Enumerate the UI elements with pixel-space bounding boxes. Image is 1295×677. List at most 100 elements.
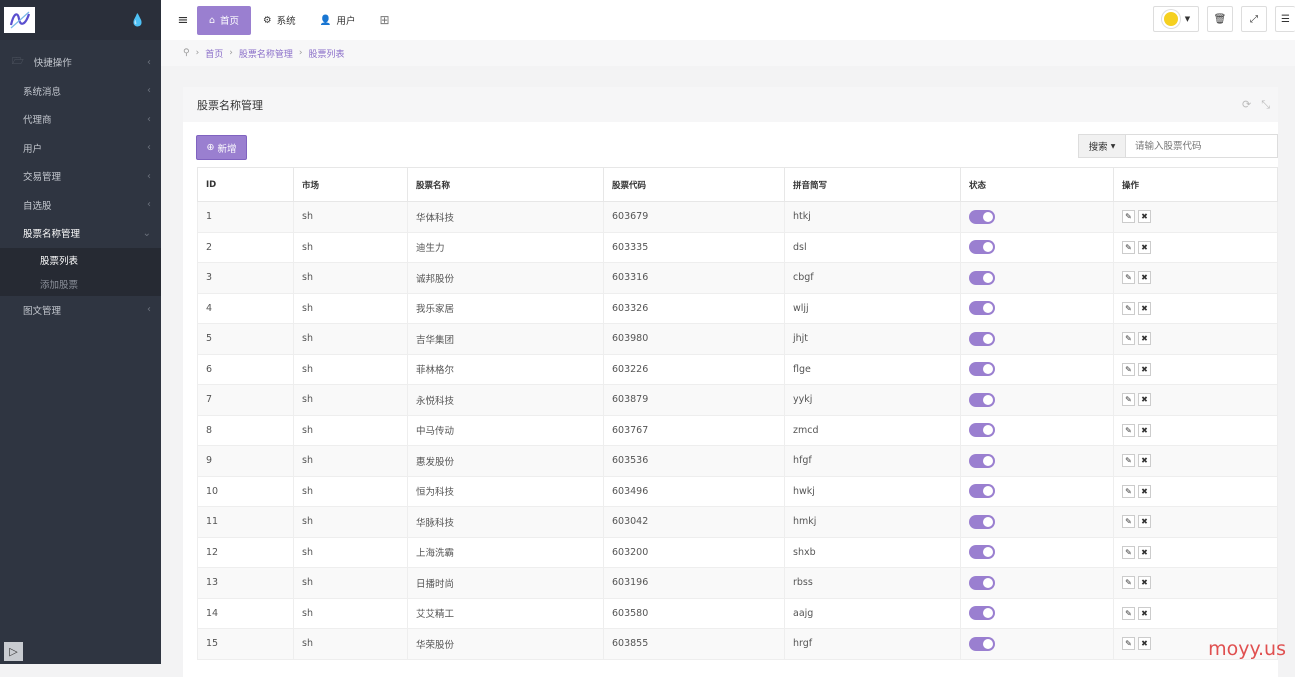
delete-x-icon[interactable]: ✖ [1138, 546, 1151, 559]
sidebar-item-watchlist[interactable]: 自选股‹ [0, 191, 161, 220]
delete-x-icon[interactable]: ✖ [1138, 271, 1151, 284]
sidebar-subitem-stock-list[interactable]: 股票列表 [0, 248, 161, 272]
edit-pencil-icon[interactable]: ✎ [1122, 393, 1135, 406]
status-toggle[interactable] [969, 423, 995, 437]
chevron-down-icon: ⌄ [143, 228, 151, 239]
delete-x-icon[interactable]: ✖ [1138, 241, 1151, 254]
tab-user[interactable]: 👤用户 [308, 6, 368, 35]
sidebar-submenu: 股票列表 添加股票 [0, 248, 161, 296]
trash-icon[interactable]: 🗑 [1207, 6, 1233, 32]
chevron-left-icon: ‹ [147, 304, 151, 315]
more-icon[interactable]: ☰ [1275, 6, 1295, 32]
cell-pinyin: wljj [785, 293, 961, 324]
delete-x-icon[interactable]: ✖ [1138, 363, 1151, 376]
folder-icon: 🗁 [12, 54, 24, 70]
edit-pencil-icon[interactable]: ✎ [1122, 546, 1135, 559]
cell-pinyin: cbgf [785, 263, 961, 294]
sidebar-item-trading[interactable]: 交易管理‹ [0, 162, 161, 191]
column-header-pinyin[interactable]: 拼音简写 [785, 168, 961, 202]
status-toggle[interactable] [969, 454, 995, 468]
delete-x-icon[interactable]: ✖ [1138, 393, 1151, 406]
home-icon: ⌂ [209, 15, 215, 26]
logo[interactable] [4, 7, 35, 33]
cell-stock-name: 华荣股份 [408, 629, 604, 660]
cell-stock-code: 603226 [604, 354, 785, 385]
delete-x-icon[interactable]: ✖ [1138, 454, 1151, 467]
sidebar-item-shortcuts[interactable]: 🗁快捷操作 ‹ [0, 48, 161, 77]
column-header-market[interactable]: 市场 [294, 168, 408, 202]
edit-pencil-icon[interactable]: ✎ [1122, 332, 1135, 345]
status-toggle[interactable] [969, 332, 995, 346]
edit-pencil-icon[interactable]: ✎ [1122, 210, 1135, 223]
edit-pencil-icon[interactable]: ✎ [1122, 576, 1135, 589]
fullscreen-icon[interactable]: ⤢ [1241, 6, 1267, 32]
table-row: 8sh中马传动603767zmcd✎✖ [198, 415, 1278, 446]
edit-pencil-icon[interactable]: ✎ [1122, 363, 1135, 376]
status-toggle[interactable] [969, 210, 995, 224]
breadcrumb: ⚲ › 首页 › 股票名称管理 › 股票列表 [161, 40, 1295, 66]
edit-pencil-icon[interactable]: ✎ [1122, 424, 1135, 437]
collapse-sidebar-icon[interactable]: ▷ [4, 642, 23, 661]
edit-pencil-icon[interactable]: ✎ [1122, 454, 1135, 467]
theme-drop-icon[interactable]: 💧 [130, 13, 145, 27]
status-toggle[interactable] [969, 240, 995, 254]
breadcrumb-stock-list[interactable]: 股票列表 [308, 47, 344, 60]
status-toggle[interactable] [969, 393, 995, 407]
edit-pencil-icon[interactable]: ✎ [1122, 271, 1135, 284]
tab-home[interactable]: ⌂首页 [197, 6, 251, 35]
delete-x-icon[interactable]: ✖ [1138, 210, 1151, 223]
cell-status [961, 385, 1114, 416]
cell-market: sh [294, 415, 408, 446]
column-header-status[interactable]: 状态 [961, 168, 1114, 202]
status-toggle[interactable] [969, 484, 995, 498]
edit-pencil-icon[interactable]: ✎ [1122, 241, 1135, 254]
status-toggle[interactable] [969, 271, 995, 285]
hamburger-icon[interactable]: ≡ [169, 13, 197, 28]
breadcrumb-stock-names[interactable]: 股票名称管理 [239, 47, 293, 60]
sidebar-item-users[interactable]: 用户‹ [0, 134, 161, 163]
grid-icon[interactable]: ⊞ [367, 6, 401, 35]
status-toggle[interactable] [969, 637, 995, 651]
cell-actions: ✎✖ [1114, 446, 1278, 477]
column-header-code[interactable]: 股票代码 [604, 168, 785, 202]
add-button[interactable]: ⊕新增 [196, 135, 247, 160]
search-input[interactable] [1126, 135, 1277, 157]
delete-x-icon[interactable]: ✖ [1138, 485, 1151, 498]
delete-x-icon[interactable]: ✖ [1138, 332, 1151, 345]
status-toggle[interactable] [969, 545, 995, 559]
refresh-icon[interactable]: ⟳ [1242, 98, 1251, 112]
status-toggle[interactable] [969, 606, 995, 620]
cell-status [961, 202, 1114, 233]
tab-system[interactable]: ⚙系统 [251, 6, 308, 35]
delete-x-icon[interactable]: ✖ [1138, 576, 1151, 589]
delete-x-icon[interactable]: ✖ [1138, 515, 1151, 528]
delete-x-icon[interactable]: ✖ [1138, 424, 1151, 437]
edit-pencil-icon[interactable]: ✎ [1122, 637, 1135, 650]
sidebar-item-messages[interactable]: 系统消息‹ [0, 77, 161, 106]
sidebar-subitem-add-stock[interactable]: 添加股票 [0, 272, 161, 296]
cell-id: 6 [198, 354, 294, 385]
expand-icon[interactable]: ⤡ [1261, 98, 1270, 112]
table-row: 4sh我乐家居603326wljj✎✖ [198, 293, 1278, 324]
sidebar-item-agents[interactable]: 代理商‹ [0, 105, 161, 134]
status-toggle[interactable] [969, 576, 995, 590]
breadcrumb-home[interactable]: 首页 [205, 47, 223, 60]
cell-actions: ✎✖ [1114, 537, 1278, 568]
column-header-id[interactable]: ID [198, 168, 294, 202]
status-toggle[interactable] [969, 515, 995, 529]
column-header-name[interactable]: 股票名称 [408, 168, 604, 202]
sidebar-item-stock-names[interactable]: 股票名称管理⌄ [0, 219, 161, 248]
cell-status [961, 598, 1114, 629]
delete-x-icon[interactable]: ✖ [1138, 302, 1151, 315]
edit-pencil-icon[interactable]: ✎ [1122, 485, 1135, 498]
search-dropdown-button[interactable]: 搜索 ▼ [1079, 135, 1126, 157]
avatar-dropdown[interactable]: ▼ [1153, 6, 1199, 32]
sidebar-item-articles[interactable]: 图文管理‹ [0, 296, 161, 325]
edit-pencil-icon[interactable]: ✎ [1122, 302, 1135, 315]
edit-pencil-icon[interactable]: ✎ [1122, 515, 1135, 528]
delete-x-icon[interactable]: ✖ [1138, 607, 1151, 620]
edit-pencil-icon[interactable]: ✎ [1122, 607, 1135, 620]
delete-x-icon[interactable]: ✖ [1138, 637, 1151, 650]
status-toggle[interactable] [969, 362, 995, 376]
status-toggle[interactable] [969, 301, 995, 315]
